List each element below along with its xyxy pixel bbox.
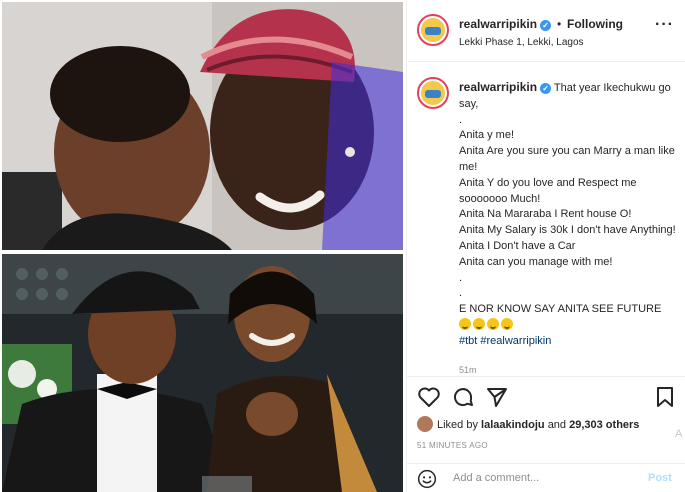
verified-badge-icon: ✓ — [540, 20, 552, 31]
caption-line: Anita can you manage with me! — [459, 255, 613, 268]
caption-section: realwarripikin ✓ That year Ikechukwu go s… — [407, 63, 685, 375]
share-icon[interactable] — [485, 385, 509, 409]
header-separator: • — [557, 17, 562, 31]
caption-line: Anita Are you sure you can Marry a man l… — [459, 145, 675, 173]
comment-icon[interactable] — [451, 385, 475, 409]
more-options-icon[interactable]: ··· — [655, 17, 674, 33]
likes-count-link[interactable]: 29,303 others — [569, 419, 639, 431]
post-image-area[interactable] — [0, 0, 405, 492]
post-header: realwarripikin ✓ • Following Lekki Phase … — [407, 0, 685, 62]
caption-line: . — [459, 271, 463, 284]
comment-input[interactable]: Add a comment... — [453, 472, 539, 484]
stray-character: A — [675, 428, 683, 440]
laughing-tears-emoji — [501, 317, 513, 330]
hashtags-link[interactable]: #tbt #realwarripikin — [459, 335, 551, 347]
recent-photo — [2, 254, 403, 492]
laughing-tears-emoji — [473, 317, 485, 330]
liker-username[interactable]: lalaakindoju — [481, 419, 545, 431]
caption-text: realwarripikin ✓ That year Ikechukwu go s… — [459, 80, 681, 350]
avatar[interactable] — [417, 14, 449, 46]
likes-prefix: Liked by — [437, 419, 478, 431]
author-username[interactable]: realwarripikin ✓ — [459, 17, 552, 31]
heart-icon[interactable] — [417, 385, 441, 409]
following-button[interactable]: Following — [567, 17, 623, 31]
caption-line: Anita Y do you love and Respect me soooo… — [459, 176, 637, 205]
laughing-tears-emoji — [487, 317, 499, 330]
caption-line: Anita Na Mararaba I Rent house O! — [459, 208, 632, 221]
caption-username[interactable]: realwarripikin ✓ — [459, 80, 552, 94]
bookmark-icon[interactable] — [653, 385, 677, 409]
caption-line: . — [459, 287, 463, 300]
laughing-tears-emoji — [459, 317, 471, 330]
caption-time: 51m — [459, 365, 477, 375]
caption-line: . — [459, 113, 463, 126]
caption-line: Anita My Salary is 30k I don't have Anyt… — [459, 224, 676, 237]
post-timestamp[interactable]: 51 MINUTES AGO — [417, 441, 488, 450]
post-sidebar: realwarripikin ✓ • Following Lekki Phase … — [406, 0, 685, 492]
likes-summary: Liked by lalaakindoju and 29,303 others — [417, 416, 682, 434]
liker-avatar[interactable] — [417, 416, 433, 432]
action-bar — [407, 376, 685, 416]
caption-line: Anita I Don't have a Car — [459, 239, 576, 252]
throwback-photo — [2, 2, 403, 250]
caption-line: E NOR KNOW SAY ANITA SEE FUTURE — [459, 303, 662, 316]
location-link[interactable]: Lekki Phase 1, Lekki, Lagos — [459, 37, 584, 48]
comment-bar: Add a comment... Post — [407, 463, 685, 492]
caption-avatar[interactable] — [417, 77, 449, 109]
smiley-icon[interactable] — [417, 469, 437, 489]
caption-line: Anita y me! — [459, 129, 515, 142]
likes-and: and — [547, 419, 567, 431]
verified-badge-icon: ✓ — [540, 83, 552, 94]
post-button[interactable]: Post — [648, 472, 672, 484]
